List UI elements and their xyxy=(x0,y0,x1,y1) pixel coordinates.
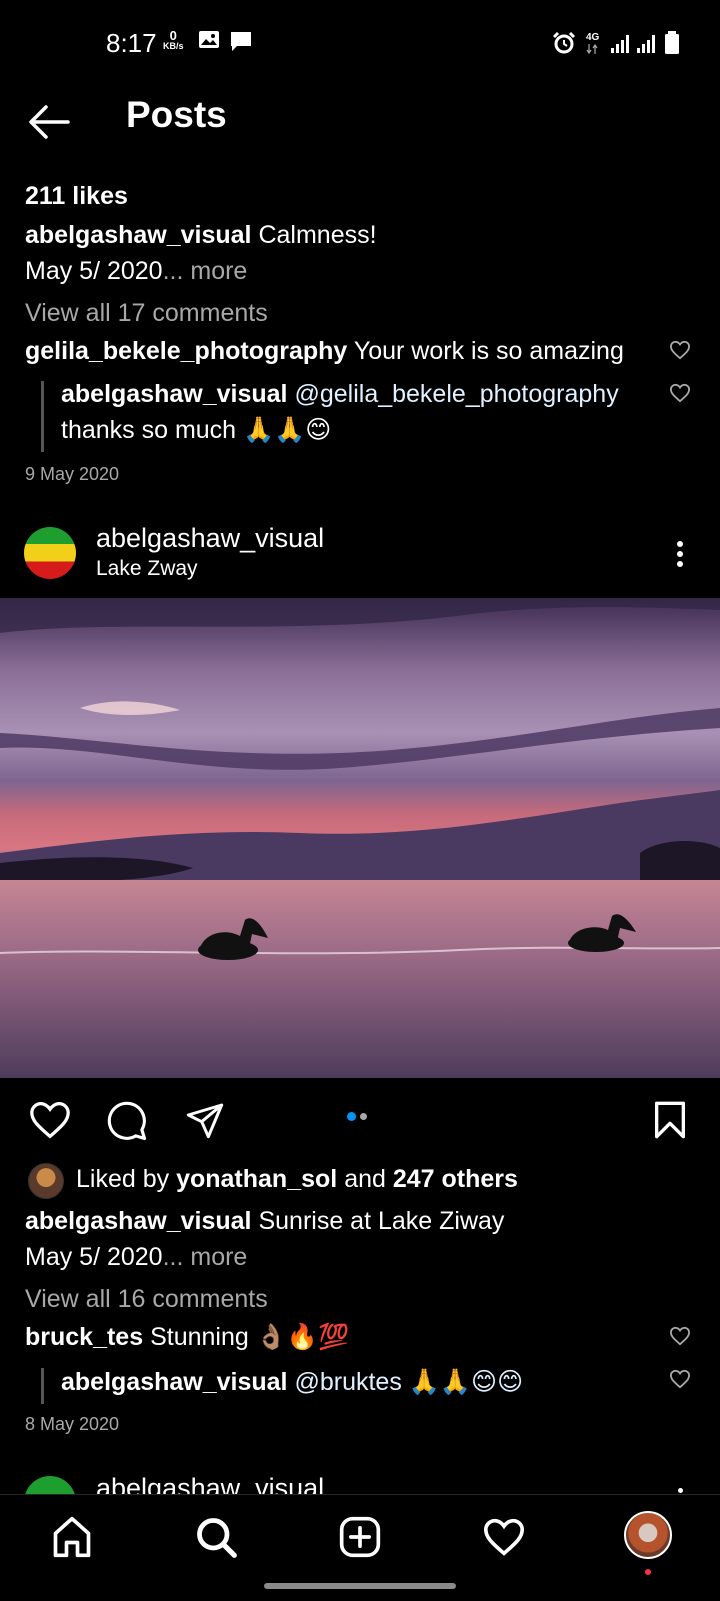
post1-reply-username[interactable]: abelgashaw_visual xyxy=(61,380,288,408)
comment-like-heart-icon[interactable] xyxy=(669,340,691,360)
post1-comment: gelila_bekele_photography Your work is s… xyxy=(25,337,624,366)
post1-caption-text: Calmness! xyxy=(258,221,377,249)
activity-heart-icon[interactable] xyxy=(482,1517,526,1557)
like-heart-icon[interactable] xyxy=(28,1100,72,1140)
back-arrow-icon[interactable] xyxy=(28,104,70,140)
net-speed-value: 0 xyxy=(169,28,177,43)
post1-caption-date-text: May 5/ 2020 xyxy=(25,257,163,285)
share-send-icon[interactable] xyxy=(184,1100,226,1140)
post2-username[interactable]: abelgashaw_visual xyxy=(96,523,324,554)
post2-user-avatar[interactable] xyxy=(24,527,76,579)
post2-caption-date-text: May 5/ 2020 xyxy=(25,1243,163,1271)
post2-reply-username[interactable]: abelgashaw_visual xyxy=(61,1368,288,1396)
signal-strength-icon-2 xyxy=(637,35,655,53)
reply-like-heart-icon[interactable] xyxy=(669,1369,691,1389)
profile-avatar[interactable] xyxy=(624,1511,672,1559)
top-header xyxy=(0,90,720,190)
post2-comment-text: Stunning 👌🏽🔥💯 xyxy=(150,1323,350,1351)
post2-view-comments[interactable]: View all 16 comments xyxy=(25,1285,268,1314)
net-speed-indicator: 0 KB/s xyxy=(163,28,184,52)
post2-caption-username[interactable]: abelgashaw_visual xyxy=(25,1207,252,1235)
post2-reply-text[interactable]: @bruktes 🙏🙏😊😊 xyxy=(294,1368,523,1396)
notification-dot xyxy=(645,1569,651,1575)
liked-by-and: and xyxy=(344,1165,386,1193)
liked-by-others[interactable]: 247 others xyxy=(393,1165,518,1193)
post2-comment: bruck_tes Stunning 👌🏽🔥💯 xyxy=(25,1323,349,1352)
status-time: 8:17 xyxy=(106,28,157,58)
post1-comment-username[interactable]: gelila_bekele_photography xyxy=(25,337,347,365)
liked-by-text[interactable]: Liked by yonathan_sol and 247 others xyxy=(76,1165,518,1194)
post1-likes[interactable]: 211 likes xyxy=(25,182,128,211)
post2-reply: abelgashaw_visual @bruktes 🙏🙏😊😊 xyxy=(61,1367,523,1397)
post1-reply: abelgashaw_visual @gelila_bekele_photogr… xyxy=(61,380,619,409)
carousel-dot xyxy=(360,1113,367,1120)
post2-caption-text: Sunrise at Lake Ziway xyxy=(258,1207,505,1235)
home-icon[interactable] xyxy=(50,1515,94,1559)
gallery-notification-icon xyxy=(199,31,219,48)
add-post-icon[interactable] xyxy=(338,1515,382,1559)
post1-caption: abelgashaw_visual Calmness! xyxy=(25,221,377,250)
post1-view-comments[interactable]: View all 17 comments xyxy=(25,299,268,328)
save-bookmark-icon[interactable] xyxy=(652,1100,688,1140)
reply-like-heart-icon[interactable] xyxy=(669,383,691,403)
battery-icon xyxy=(665,31,679,54)
net-speed-unit: KB/s xyxy=(163,41,184,51)
more-options-icon[interactable] xyxy=(676,540,684,568)
post1-date: 9 May 2020 xyxy=(25,464,120,484)
gesture-home-indicator[interactable] xyxy=(264,1583,456,1589)
signal-strength-icon-1 xyxy=(611,35,629,53)
post2-image[interactable] xyxy=(0,598,720,1078)
post2-date: 8 May 2020 xyxy=(25,1414,120,1434)
post1-comment-text: Your work is so amazing xyxy=(353,337,624,365)
reply-thread-line xyxy=(41,381,44,452)
status-bar: 8:17 0 KB/s 4G xyxy=(0,0,720,90)
comment-like-heart-icon[interactable] xyxy=(669,1326,691,1346)
carousel-indicator xyxy=(347,1112,367,1122)
post2-caption: abelgashaw_visual Sunrise at Lake Ziway xyxy=(25,1207,504,1236)
data-arrows-icon xyxy=(586,44,598,54)
alarm-icon xyxy=(552,31,576,54)
post2-caption-line2: May 5/ 2020... more xyxy=(25,1243,247,1272)
post1-reply-text: thanks so much 🙏🙏😊 xyxy=(61,416,332,444)
comment-bubble-icon[interactable] xyxy=(106,1100,148,1142)
network-type: 4G xyxy=(586,32,600,43)
post1-caption-username[interactable]: abelgashaw_visual xyxy=(25,221,252,249)
search-icon[interactable] xyxy=(194,1515,238,1559)
post2-comment-username[interactable]: bruck_tes xyxy=(25,1323,143,1351)
liked-by-username[interactable]: yonathan_sol xyxy=(176,1165,337,1193)
post1-more-link[interactable]: ... more xyxy=(163,257,248,285)
liked-by-avatar[interactable] xyxy=(28,1163,64,1199)
post3-more-options-icon[interactable] xyxy=(678,1488,683,1493)
post2-more-link[interactable]: ... more xyxy=(163,1243,248,1271)
carousel-dot-active xyxy=(347,1112,356,1121)
liked-by-prefix: Liked by xyxy=(76,1165,170,1193)
post1-reply-mention[interactable]: @gelila_bekele_photography xyxy=(294,380,618,408)
message-notification-icon xyxy=(231,32,251,51)
post1-caption-line2: May 5/ 2020... more xyxy=(25,257,247,286)
page-title: Posts xyxy=(126,94,227,135)
post2-location[interactable]: Lake Zway xyxy=(96,557,198,581)
reply-thread-line xyxy=(41,1368,44,1404)
